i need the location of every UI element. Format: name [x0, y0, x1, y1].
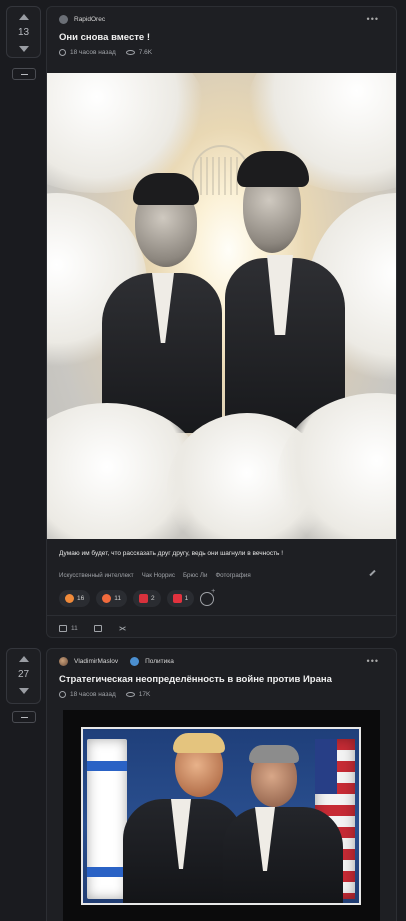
upvote-icon[interactable]: [18, 14, 29, 20]
reaction-count: 2: [150, 595, 155, 602]
reaction-count: 16: [77, 595, 85, 602]
reaction-count: 11: [114, 595, 121, 602]
post-views: 17K: [138, 691, 151, 698]
downvote-icon[interactable]: [18, 46, 29, 52]
post-meta: 18 часов назад 7.6K: [47, 45, 396, 56]
vote-score: 27: [17, 669, 30, 680]
post-image[interactable]: [63, 710, 380, 921]
author-name[interactable]: RapidOrec: [74, 16, 105, 23]
right-person-hair: [249, 745, 299, 763]
laughing-emoji-icon: [65, 594, 74, 603]
more-options-icon[interactable]: •••: [367, 14, 379, 24]
clock-icon: [59, 49, 66, 56]
reaction-button[interactable]: 1: [166, 590, 195, 607]
edit-tags-icon[interactable]: [369, 569, 376, 577]
clock-icon: [59, 691, 66, 698]
post-card: RapidOrec ••• Они снова вместе ! 18 часо…: [46, 6, 397, 638]
tag-item[interactable]: Искусственный интеллект: [59, 572, 134, 579]
vote-score: 13: [17, 27, 30, 38]
more-options-icon[interactable]: •••: [367, 656, 379, 666]
vote-panel: 13: [6, 6, 41, 58]
left-figure-hair: [133, 173, 199, 205]
reaction-button[interactable]: 16: [59, 590, 91, 607]
community-icon: [130, 656, 140, 666]
save-icon[interactable]: [93, 625, 102, 632]
author-name[interactable]: VladimirMaslov: [74, 658, 118, 665]
upvote-icon[interactable]: [18, 656, 29, 662]
author-avatar[interactable]: [59, 656, 68, 666]
post-title[interactable]: Они снова вместе !: [47, 29, 396, 45]
right-figure-hair: [237, 151, 309, 187]
reaction-bar: 16 11 2 1: [59, 588, 215, 607]
comments-count: 11: [71, 625, 78, 632]
post-time: 18 часов назад: [70, 691, 116, 698]
collapse-button[interactable]: [12, 711, 36, 723]
comments-button[interactable]: 11: [59, 625, 78, 632]
downvote-icon[interactable]: [18, 688, 29, 694]
post-header: VladimirMaslov Политика •••: [47, 651, 396, 671]
reaction-count: 1: [184, 595, 189, 602]
collapse-button[interactable]: [12, 68, 36, 80]
post-card: VladimirMaslov Политика ••• Стратегическ…: [46, 648, 397, 921]
post-time: 18 часов назад: [70, 49, 116, 56]
heart-icon: [172, 594, 182, 603]
vote-panel: 27: [6, 648, 41, 704]
comment-icon: [59, 625, 67, 632]
broken-heart-icon: [138, 594, 148, 603]
card-divider: [47, 615, 396, 616]
left-person-hair: [173, 733, 225, 753]
post-views: 7.6K: [138, 49, 153, 56]
post-image[interactable]: [47, 73, 396, 539]
post-meta: 18 часов назад 17K: [47, 687, 396, 698]
right-person-suit: [223, 807, 343, 903]
eye-icon: [125, 692, 135, 697]
add-reaction-icon[interactable]: [200, 588, 215, 606]
post-header: RapidOrec •••: [47, 9, 396, 29]
reaction-button[interactable]: 2: [132, 590, 161, 607]
israel-flag-shape: [87, 739, 127, 899]
author-avatar[interactable]: [59, 14, 68, 24]
eye-icon: [125, 50, 135, 55]
post-caption: Думаю им будет, что рассказать друг друг…: [59, 550, 284, 557]
post-footer: 11: [59, 624, 127, 633]
post-title[interactable]: Стратегическая неопределённость в войне …: [47, 671, 396, 687]
tag-item[interactable]: Брюс Ли: [183, 572, 207, 579]
tag-item[interactable]: Фотография: [215, 572, 250, 579]
angry-emoji-icon: [102, 594, 112, 603]
community-name[interactable]: Политика: [145, 658, 174, 665]
share-icon[interactable]: [118, 624, 127, 633]
tag-list: Искусственный интеллект Чак Норрис Брюс …: [59, 572, 251, 579]
photo-content: [81, 727, 361, 905]
tag-item[interactable]: Чак Норрис: [142, 572, 175, 579]
reaction-button[interactable]: 11: [96, 590, 127, 607]
